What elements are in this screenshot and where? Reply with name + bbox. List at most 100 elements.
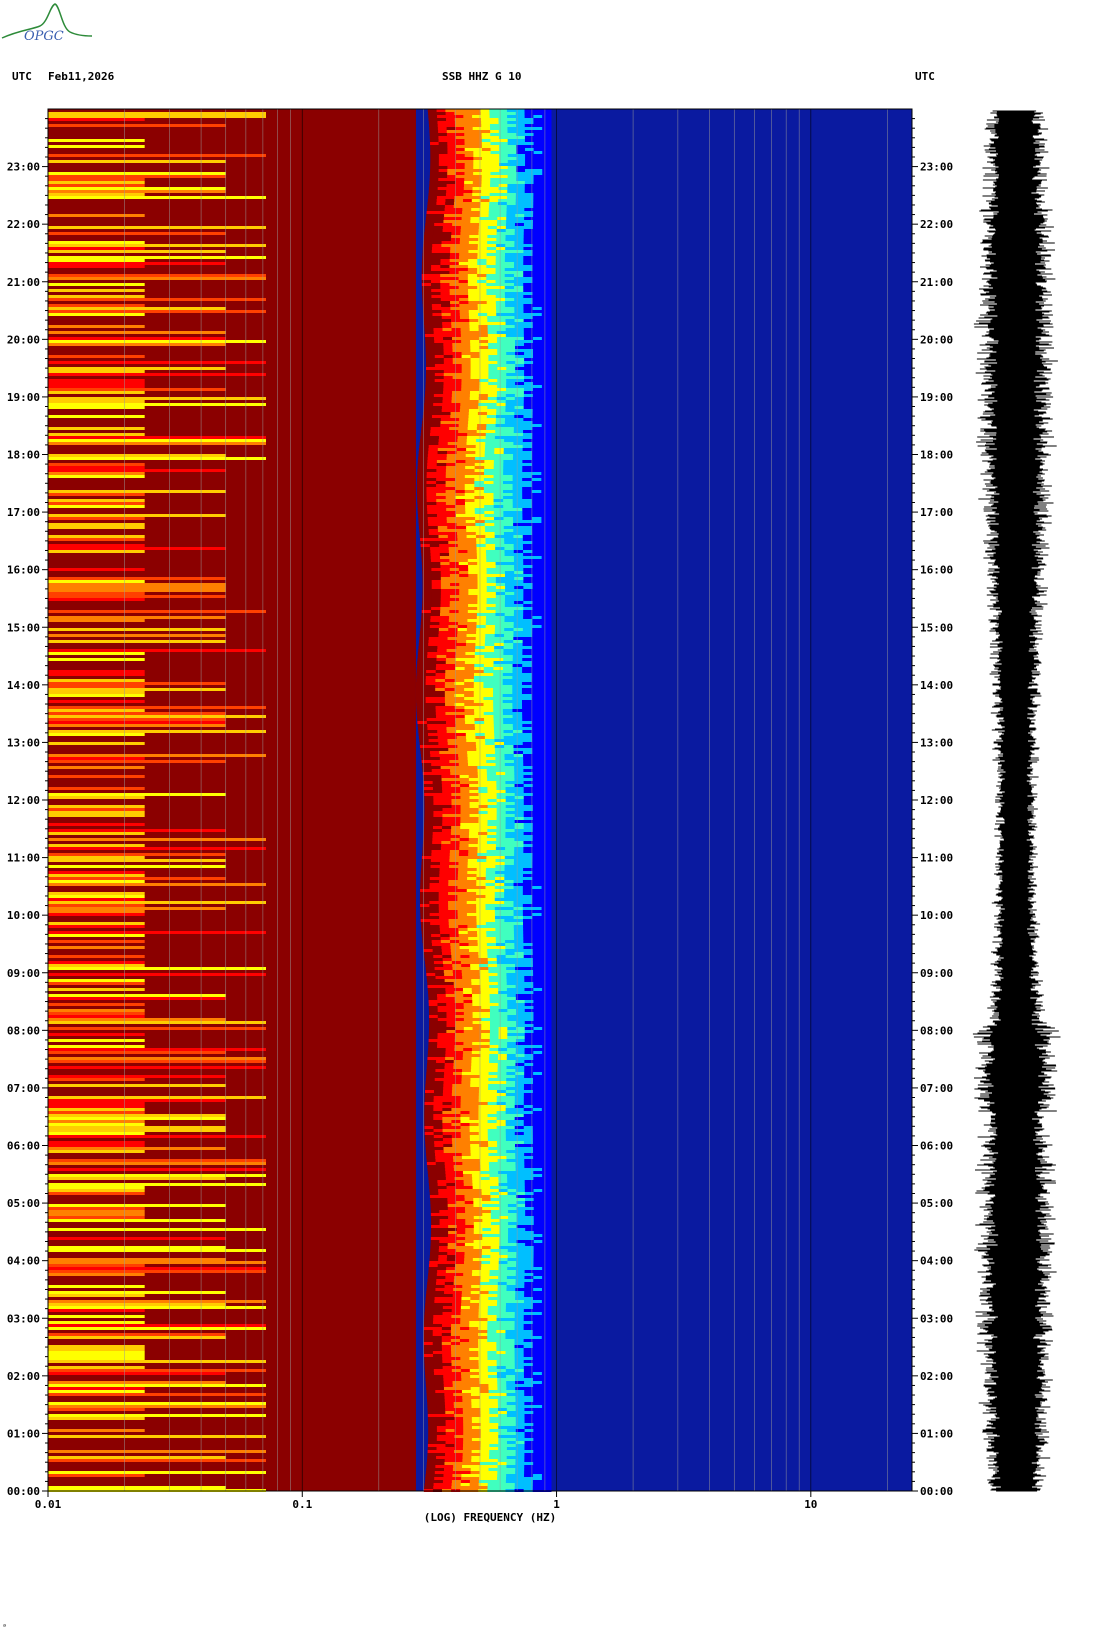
heatmap-cell: [462, 211, 472, 214]
heatmap-cell: [514, 940, 524, 943]
heatmap-cell: [443, 352, 454, 355]
heatmap-cell: [445, 493, 456, 496]
heatmap-cell: [541, 715, 552, 718]
heatmap-cell: [533, 163, 543, 166]
heatmap-cell: [425, 352, 436, 355]
heatmap-cell: [532, 781, 543, 784]
heatmap-cell: [48, 406, 145, 409]
heatmap-cell: [476, 901, 487, 904]
heatmap-cell: [48, 925, 145, 928]
heatmap-cell: [523, 607, 534, 610]
heatmap-cell: [542, 1048, 552, 1051]
heatmap-cell: [464, 673, 475, 676]
heatmap-cell: [495, 592, 506, 595]
heatmap-cell: [495, 856, 506, 859]
heatmap-cell: [426, 502, 437, 505]
heatmap-cell: [466, 526, 477, 529]
heatmap-cell: [423, 787, 434, 790]
heatmap-cell: [469, 1090, 480, 1093]
heatmap-cell: [541, 763, 552, 766]
heatmap-cell: [478, 313, 488, 316]
heatmap-cell: [522, 460, 533, 463]
heatmap-cell: [419, 529, 430, 532]
heatmap-cell: [531, 727, 542, 730]
heatmap-cell: [440, 280, 451, 283]
heatmap-cell: [423, 235, 434, 238]
heatmap-cell: [453, 976, 463, 979]
heatmap-cell: [515, 211, 525, 214]
heatmap-cell: [424, 403, 434, 406]
heatmap-cell: [460, 1123, 471, 1126]
heatmap-cell: [484, 448, 495, 451]
heatmap-cell: [425, 700, 436, 703]
heatmap-cell: [497, 973, 507, 976]
heatmap-cell: [541, 397, 552, 400]
heatmap-cell: [463, 1021, 474, 1024]
heatmap-cell: [479, 211, 490, 214]
heatmap-cell: [434, 364, 445, 367]
heatmap-cell: [493, 721, 504, 724]
heatmap-cell: [461, 973, 472, 976]
heatmap-cell: [478, 784, 488, 787]
heatmap-cell: [48, 295, 145, 298]
heatmap-cell: [427, 655, 438, 658]
heatmap-cell: [531, 460, 542, 463]
heatmap-cell: [514, 604, 524, 607]
heatmap-cell: [458, 856, 469, 859]
heatmap-cell: [454, 112, 464, 115]
heatmap-cell: [445, 658, 457, 661]
heatmap-cell: [48, 1120, 145, 1123]
heatmap-cell: [542, 196, 552, 199]
heatmap-cell: [434, 370, 445, 373]
heatmap-cell: [507, 1042, 517, 1045]
heatmap-cell: [541, 502, 552, 505]
heatmap-cell: [522, 505, 533, 508]
heatmap-cell: [488, 340, 498, 343]
heatmap-cell: [424, 793, 434, 796]
heatmap-cell: [532, 538, 543, 541]
heatmap-cell: [484, 649, 495, 652]
heatmap-cell: [435, 679, 446, 682]
heatmap-cell: [464, 679, 475, 682]
heatmap-cell: [505, 391, 516, 394]
heatmap-cell: [490, 166, 500, 169]
heatmap-cell: [523, 430, 533, 433]
heatmap-cell: [498, 994, 508, 997]
heatmap-cell: [524, 1048, 534, 1051]
heatmap-cell: [458, 559, 469, 562]
heatmap-cell: [426, 715, 437, 718]
heatmap-cell: [446, 1015, 456, 1018]
heatmap-cell: [476, 904, 487, 907]
heatmap-cell: [479, 1066, 490, 1069]
heatmap-cell: [505, 814, 516, 817]
heatmap-cell: [473, 694, 485, 697]
heatmap-cell: [493, 502, 504, 505]
heatmap-cell: [532, 601, 543, 604]
heatmap-cell: [470, 385, 480, 388]
heatmap-cell: [541, 904, 552, 907]
heatmap-cell: [455, 1012, 465, 1015]
heatmap-cell: [445, 988, 455, 991]
heatmap-cell: [541, 583, 552, 586]
heatmap-cell: [533, 1063, 543, 1066]
heatmap-cell: [487, 832, 497, 835]
heatmap-cell: [541, 277, 552, 280]
heatmap-cell: [426, 481, 437, 484]
heatmap-cell: [464, 130, 474, 133]
heatmap-cell: [423, 409, 434, 412]
heatmap-cell: [488, 211, 499, 214]
heatmap-cell: [420, 904, 430, 907]
heatmap-cell: [443, 343, 453, 346]
heatmap-cell: [515, 361, 525, 364]
heatmap-cell: [541, 370, 552, 373]
heatmap-cell: [451, 952, 461, 955]
heatmap-cell: [479, 373, 490, 376]
heatmap-cell: [493, 514, 505, 517]
heatmap-cell: [506, 973, 516, 976]
heatmap-cell: [498, 991, 508, 994]
heatmap-cell: [48, 277, 266, 280]
heatmap-cell: [458, 421, 469, 424]
heatmap-cell: [513, 862, 524, 865]
heatmap-cell: [485, 907, 496, 910]
heatmap-cell: [48, 832, 145, 835]
